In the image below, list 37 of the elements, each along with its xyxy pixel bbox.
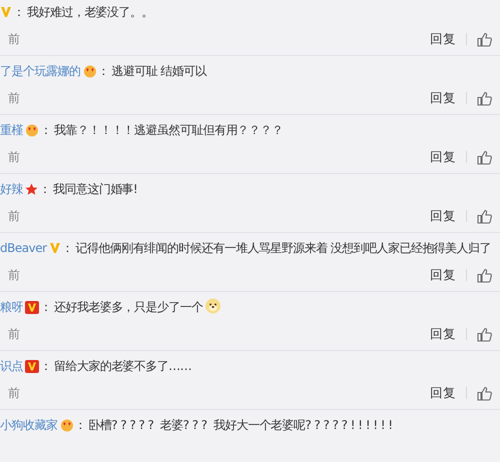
colon: ： xyxy=(40,298,52,316)
comment-text: 我靠？！！！！逃避虽然可耻但有用？？？？ xyxy=(54,122,284,138)
comment-text: 我好难过，老婆没了。。 xyxy=(27,4,153,20)
colon: ： xyxy=(40,358,52,374)
comment-time: 前 xyxy=(8,208,20,224)
comment-time: 前 xyxy=(8,326,20,342)
comment-text: 还好我老婆多，只是少了一个 xyxy=(54,298,203,316)
comment-time: 前 xyxy=(8,30,20,48)
comment-text: 卧槽? ? ? ? ? 老婆? ? ? 我好大一个老婆呢? ? ? ? ? ! ! ! ! ! ! xyxy=(88,416,392,434)
thumbs-up-icon[interactable] xyxy=(477,268,492,282)
comment-time: 前 xyxy=(8,384,20,402)
comment-text: 逃避可耻 结婚可以 xyxy=(112,62,206,80)
thumbs-up-icon[interactable] xyxy=(477,386,492,400)
comment-text: 我同意这门婚事! xyxy=(53,180,138,198)
thumbs-up-icon[interactable] xyxy=(477,90,492,106)
reply-link[interactable]: 回复 xyxy=(430,266,456,284)
colon: ： xyxy=(98,62,110,80)
reply-link[interactable]: 回复 xyxy=(430,30,456,48)
comment-time: 前 xyxy=(8,148,20,166)
colon: ： xyxy=(13,4,25,20)
thumbs-up-icon[interactable] xyxy=(477,150,492,164)
colon: ： xyxy=(39,180,51,198)
reply-link[interactable]: 回复 xyxy=(430,384,456,402)
reply-link[interactable]: 回复 xyxy=(430,90,456,106)
comment-time: 前 xyxy=(8,266,20,284)
reply-link[interactable]: 回复 xyxy=(430,208,456,224)
thumbs-up-icon[interactable] xyxy=(477,208,492,224)
comment-text: 记得他俩刚有绯闻的时候还有一堆人骂星野源来着 没想到吧人家已经抱得美人归了 xyxy=(76,240,491,256)
reply-link[interactable]: 回复 xyxy=(430,326,456,342)
comment-time: 前 xyxy=(8,90,20,106)
colon: ： xyxy=(74,416,86,434)
thumbs-up-icon[interactable] xyxy=(477,32,492,46)
colon: ： xyxy=(62,240,74,256)
reply-link[interactable]: 回复 xyxy=(430,148,456,166)
colon: ： xyxy=(40,122,52,138)
comment-text: 留给大家的老婆不多了…… xyxy=(54,358,192,374)
thumbs-up-icon[interactable] xyxy=(477,326,492,342)
